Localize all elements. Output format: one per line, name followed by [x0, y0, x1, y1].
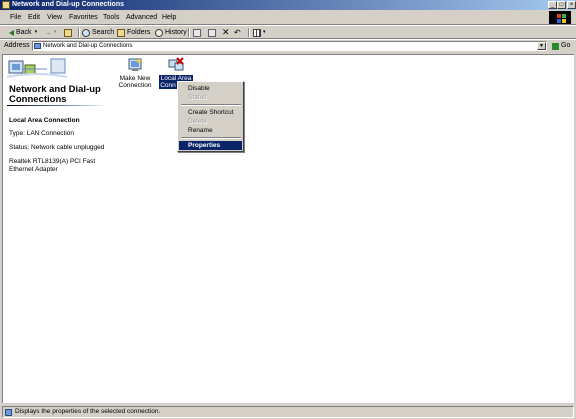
copy-to-icon	[208, 28, 216, 37]
back-arrow-icon	[8, 29, 14, 36]
delete-button[interactable]: ✕	[222, 27, 230, 38]
forward-dropdown-icon[interactable]: ▾	[54, 27, 57, 38]
minimize-button[interactable]: _	[548, 1, 557, 9]
folder-view[interactable]: Network and Dial-up Connections Local Ar…	[2, 54, 574, 403]
disconnected-network-icon	[168, 57, 184, 73]
menu-favorites[interactable]: Favorites	[69, 13, 98, 22]
menu-item-disable[interactable]: Disable	[179, 84, 242, 93]
history-label: History	[165, 29, 187, 36]
back-button[interactable]: Back ▾	[8, 27, 37, 38]
menu-separator	[181, 104, 241, 106]
status-panel: Displays the properties of the selected …	[2, 406, 574, 418]
menu-item-properties[interactable]: Properties	[179, 141, 242, 150]
menu-view[interactable]: View	[47, 13, 62, 22]
menu-item-create-shortcut[interactable]: Create Shortcut	[179, 108, 242, 117]
network-folder-icon	[34, 43, 41, 49]
forward-arrow-icon: →	[44, 28, 52, 37]
windows-logo-icon	[549, 11, 571, 24]
menu-help[interactable]: Help	[162, 13, 176, 22]
context-menu: Disable Status Create Shortcut Delete Re…	[177, 81, 244, 152]
close-button[interactable]: ×	[567, 1, 576, 9]
make-new-connection-item[interactable]: Make New Connection	[117, 57, 153, 89]
connection-type: Type: LAN Connection	[9, 130, 75, 137]
toolbar-separator	[248, 28, 250, 37]
forward-button[interactable]: → ▾	[44, 27, 57, 38]
search-label: Search	[92, 29, 115, 36]
history-button[interactable]: History	[155, 27, 187, 38]
undo-icon: ↶	[234, 28, 241, 37]
history-icon	[155, 28, 163, 37]
folders-icon	[117, 28, 125, 37]
folders-button[interactable]: Folders	[117, 27, 150, 38]
connection-status: Status: Network cable unplugged	[9, 144, 105, 151]
move-to-icon	[193, 28, 201, 37]
toolbar-separator	[188, 28, 190, 37]
up-folder-icon	[64, 28, 72, 37]
address-value: Network and Dial-up Connections	[43, 43, 133, 49]
menu-bar: File Edit View Favorites Tools Advanced …	[0, 11, 576, 24]
panel-title: Network and Dial-up Connections	[9, 84, 101, 105]
status-text: Displays the properties of the selected …	[15, 408, 161, 415]
undo-button[interactable]: ↶	[234, 27, 241, 38]
menu-tools[interactable]: Tools	[103, 13, 119, 22]
local-area-connection-label-2: Conn	[159, 82, 177, 89]
address-bar: Address Network and Dial-up Connections …	[0, 40, 576, 52]
views-dropdown-icon[interactable]: ▾	[263, 27, 266, 38]
selected-connection-name: Local Area Connection	[9, 117, 80, 124]
menu-edit[interactable]: Edit	[28, 13, 40, 22]
explorer-window: Network and Dial-up Connections _ □ × Fi…	[0, 0, 576, 419]
address-dropdown-button[interactable]: ▼	[537, 42, 546, 50]
go-button[interactable]: Go	[552, 41, 572, 51]
address-input[interactable]: Network and Dial-up Connections	[32, 41, 547, 51]
search-icon	[82, 28, 90, 37]
toolbar-separator	[78, 28, 80, 37]
new-connection-icon	[127, 57, 143, 73]
search-button[interactable]: Search	[82, 27, 114, 38]
menu-item-rename[interactable]: Rename	[179, 126, 242, 135]
folders-label: Folders	[127, 29, 151, 36]
menu-advanced[interactable]: Advanced	[126, 13, 157, 22]
menu-item-status: Status	[188, 94, 207, 101]
back-dropdown-icon[interactable]: ▾	[35, 27, 38, 38]
move-to-button[interactable]	[193, 27, 203, 38]
status-bar: Displays the properties of the selected …	[0, 405, 576, 419]
info-panel: Network and Dial-up Connections Local Ar…	[3, 55, 113, 404]
maximize-button[interactable]: □	[557, 1, 566, 9]
back-label: Back	[16, 29, 32, 36]
go-arrow-icon	[552, 42, 559, 50]
folder-icon	[2, 1, 10, 9]
make-new-connection-label-2: Connection	[118, 82, 152, 89]
panel-divider	[7, 105, 107, 106]
copy-to-button[interactable]	[208, 27, 218, 38]
delete-icon: ✕	[222, 27, 230, 37]
menu-item-delete: Delete	[188, 118, 207, 125]
up-button[interactable]	[64, 27, 74, 38]
make-new-connection-label-1: Make New	[119, 75, 151, 82]
views-button[interactable]: ▾	[253, 27, 266, 38]
address-label: Address	[4, 42, 30, 49]
menu-separator	[181, 137, 241, 139]
adapter-name: Realtek RTL8139(A) PCI Fast Ethernet Ada…	[9, 158, 96, 173]
views-icon	[253, 28, 261, 37]
window-title: Network and Dial-up Connections	[12, 1, 125, 8]
network-banner-icon	[7, 58, 67, 78]
network-status-icon	[5, 409, 12, 416]
go-label: Go	[561, 42, 571, 49]
menu-file[interactable]: File	[10, 13, 21, 22]
title-bar[interactable]: Network and Dial-up Connections _ □ ×	[0, 0, 576, 10]
